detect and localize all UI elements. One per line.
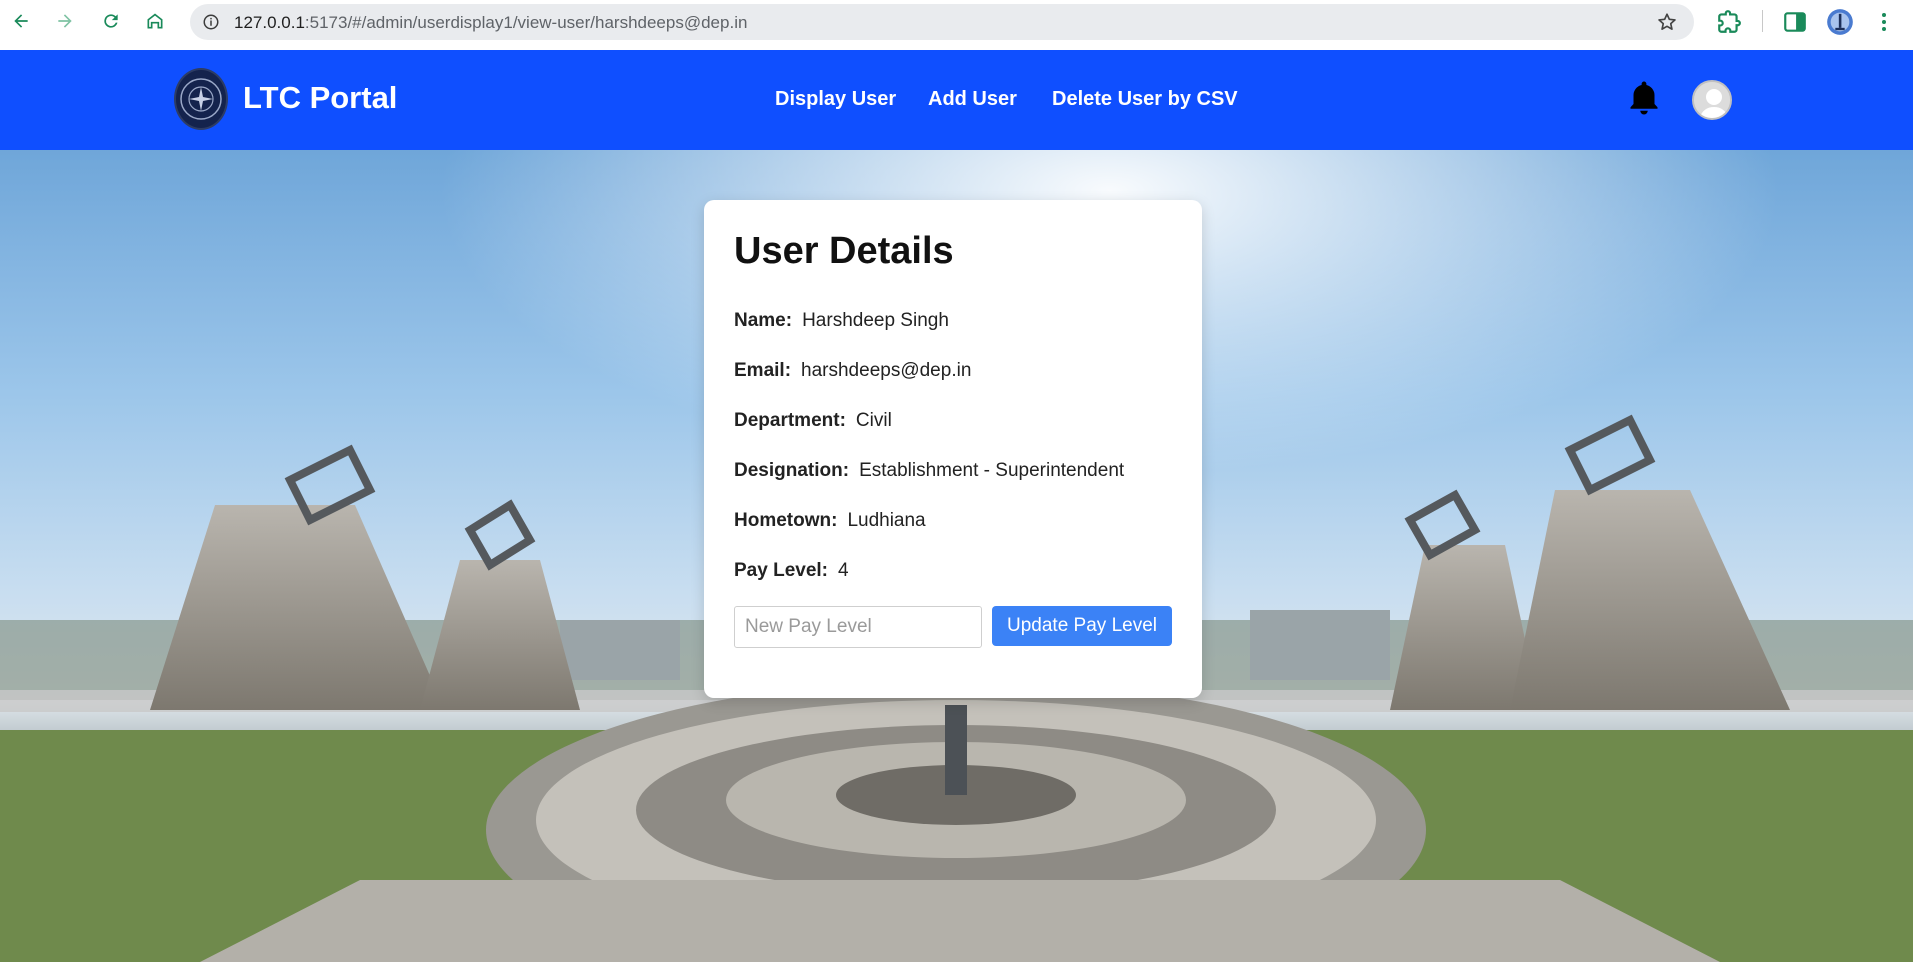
field-value: 4 xyxy=(838,560,849,581)
field-pay-level: Pay Level: 4 xyxy=(734,560,849,582)
field-label: Hometown: xyxy=(734,510,838,531)
address-bar[interactable]: 127.0.0.1:5173/#/admin/userdisplay1/view… xyxy=(190,4,1694,40)
back-button[interactable] xyxy=(6,6,36,36)
field-label: Pay Level: xyxy=(734,560,828,581)
brand-logo[interactable] xyxy=(174,68,228,130)
field-value: Harshdeep Singh xyxy=(802,310,949,331)
home-icon xyxy=(147,13,163,29)
field-email: Email: harshdeeps@dep.in xyxy=(734,360,971,382)
forward-button[interactable] xyxy=(50,6,80,36)
avatar-icon xyxy=(1694,82,1730,118)
field-value: Civil xyxy=(855,410,892,431)
nav-link-delete-user-csv[interactable]: Delete User by CSV xyxy=(1052,88,1238,111)
reload-icon xyxy=(104,14,118,28)
field-label: Email: xyxy=(734,360,792,381)
reload-button[interactable] xyxy=(96,6,126,36)
field-designation: Designation: Establishment - Superintende… xyxy=(734,460,1124,482)
user-details-card: User Details Name: Harshdeep Singh Email:… xyxy=(704,200,1202,698)
browser-toolbar: 127.0.0.1:5173/#/admin/userdisplay1/view… xyxy=(0,0,1913,50)
field-label: Name: xyxy=(734,310,793,331)
menu-dots-icon[interactable] xyxy=(1872,8,1896,36)
url-host: 127.0.0.1 xyxy=(234,13,305,32)
home-button[interactable] xyxy=(140,6,170,36)
field-department: Department: Civil xyxy=(734,410,892,432)
field-name: Name: Harshdeep Singh xyxy=(734,310,949,332)
url-text[interactable]: 127.0.0.1:5173/#/admin/userdisplay1/view… xyxy=(234,13,747,33)
update-pay-level-button[interactable]: Update Pay Level xyxy=(992,606,1172,646)
field-value: harshdeeps@dep.in xyxy=(801,360,972,381)
avatar[interactable] xyxy=(1692,80,1732,120)
back-icon xyxy=(14,14,28,28)
field-label: Designation: xyxy=(734,460,850,481)
sidebar-icon[interactable] xyxy=(1782,8,1808,36)
card-title: User Details xyxy=(734,230,954,272)
new-pay-level-input[interactable] xyxy=(734,606,982,648)
brand-title[interactable]: LTC Portal xyxy=(243,80,397,116)
field-hometown: Hometown: Ludhiana xyxy=(734,510,926,532)
field-label: Department: xyxy=(734,410,846,431)
url-path: :5173/#/admin/userdisplay1/view-user/har… xyxy=(304,13,748,32)
bell-icon[interactable] xyxy=(1626,78,1662,118)
field-value: Ludhiana xyxy=(847,510,926,531)
extensions-icon[interactable] xyxy=(1716,8,1742,36)
nav-link-add-user[interactable]: Add User xyxy=(928,88,1017,111)
toolbar-divider xyxy=(1762,10,1763,32)
app-navbar: LTC Portal Display User Add User Delete … xyxy=(0,50,1913,150)
forward-icon xyxy=(58,14,72,28)
field-value: Establishment - Superintendent xyxy=(859,460,1125,481)
info-icon[interactable] xyxy=(202,13,220,31)
profile-icon[interactable] xyxy=(1826,8,1854,36)
star-icon[interactable] xyxy=(1656,11,1678,33)
nav-link-display-user[interactable]: Display User xyxy=(775,88,896,111)
